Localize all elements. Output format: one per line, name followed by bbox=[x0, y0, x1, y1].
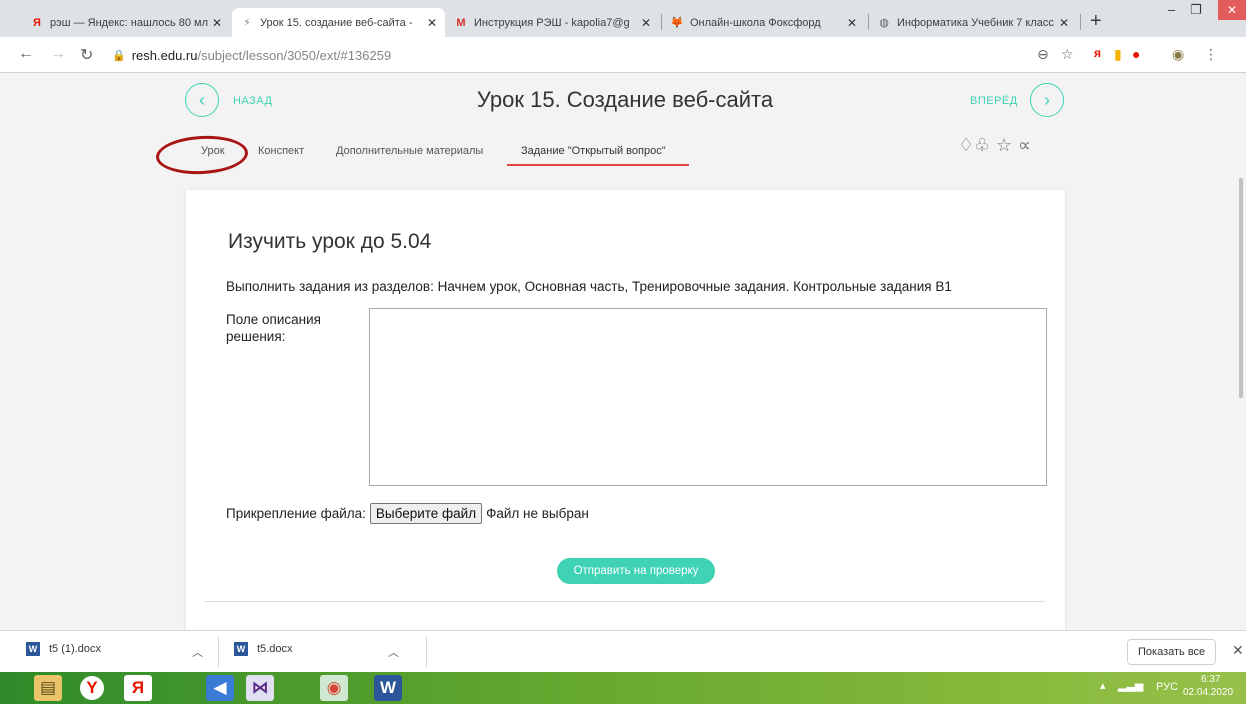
close-tab-icon[interactable]: ✕ bbox=[1059, 16, 1069, 30]
yandex-icon: Я bbox=[33, 16, 41, 29]
download-filename: t5 (1).docx bbox=[49, 643, 101, 655]
bookmark-star-icon[interactable]: ☆ bbox=[1061, 46, 1074, 63]
word-icon[interactable]: W bbox=[374, 675, 402, 701]
word-doc-icon: W bbox=[26, 642, 40, 656]
card-divider bbox=[204, 601, 1045, 602]
window-close-button[interactable]: ✕ bbox=[1218, 0, 1246, 20]
task-heading: Изучить урок до 5.04 bbox=[228, 230, 432, 253]
close-tab-icon[interactable]: ✕ bbox=[427, 16, 437, 30]
shelf-separator bbox=[218, 637, 219, 667]
file-attachment-row: Прикрепление файла: Выберите файл Файл н… bbox=[226, 503, 589, 524]
lock-icon: 🔒 bbox=[112, 49, 126, 62]
word-doc-icon: W bbox=[234, 642, 248, 656]
clock-date[interactable]: 02.04.2020 bbox=[1183, 687, 1233, 698]
back-chevron-icon[interactable]: ‹ bbox=[185, 83, 219, 117]
zoom-icon[interactable]: ⊖ bbox=[1037, 46, 1049, 63]
yandex-extension-icon[interactable]: я bbox=[1094, 46, 1101, 60]
share-icon[interactable]: ∝ bbox=[1018, 135, 1031, 156]
close-tab-icon[interactable]: ✕ bbox=[641, 16, 651, 30]
solution-textarea[interactable] bbox=[369, 308, 1047, 486]
globe-icon: ◍ bbox=[879, 17, 889, 29]
browser-tab-title: Урок 15. создание веб-сайта - bbox=[260, 16, 413, 29]
tab-open-question[interactable]: Задание "Открытый вопрос" bbox=[521, 145, 666, 157]
reload-icon[interactable]: ↻ bbox=[80, 45, 93, 65]
tray-arrow-icon[interactable]: ▴ bbox=[1100, 679, 1106, 692]
forward-link[interactable]: ВПЕРЁД bbox=[970, 95, 1018, 107]
no-file-text: Файл не выбран bbox=[486, 506, 589, 521]
browser-tab-textbook[interactable]: ◍ Информатика Учебник 7 класс ✕ bbox=[869, 8, 1077, 37]
chrome-icon[interactable]: ◉ bbox=[320, 675, 348, 701]
media-player-icon[interactable]: ◀ bbox=[206, 675, 234, 701]
browser-tab-resh[interactable]: ⚡ Урок 15. создание веб-сайта - ✕ bbox=[232, 8, 445, 37]
lesson-title: Урок 15. Создание веб-сайта bbox=[476, 87, 774, 112]
chevron-up-icon[interactable]: ︿ bbox=[192, 644, 203, 660]
yandex-browser-icon[interactable]: Y bbox=[80, 676, 104, 700]
download-item[interactable]: W t5 (1).docx bbox=[26, 642, 101, 656]
choose-file-button[interactable]: Выберите файл bbox=[369, 503, 483, 524]
profile-avatar[interactable]: ◉ bbox=[1172, 46, 1184, 63]
browser-tab-title: рэш — Яндекс: нашлось 80 мл bbox=[50, 16, 208, 29]
submit-button[interactable]: Отправить на проверку bbox=[557, 558, 715, 584]
attach-label: Прикрепление файла: bbox=[226, 506, 366, 521]
mail-app-icon[interactable]: ⋈ bbox=[246, 675, 274, 701]
input-language[interactable]: РУС bbox=[1156, 681, 1178, 693]
back-link[interactable]: НАЗАД bbox=[233, 95, 272, 107]
browser-tab-strip: Я рэш — Яндекс: нашлось 80 мл ✕ ⚡ Урок 1… bbox=[0, 0, 1246, 37]
browser-toolbar: ← → ↻ 🔒 resh.edu.ru/subject/lesson/3050/… bbox=[0, 37, 1246, 73]
yandex-app-icon[interactable]: Я bbox=[124, 675, 152, 701]
taskbar: ▤ Y Я ◀ ⋈ ◉ W ▴ ▂▃▅ РУС 6:37 02.04.2020 bbox=[0, 672, 1246, 704]
dislike-icon[interactable]: ♢ bbox=[958, 135, 974, 156]
chevron-up-icon[interactable]: ︿ bbox=[388, 644, 399, 660]
url-path: /subject/lesson/3050/ext/#136259 bbox=[197, 47, 392, 63]
forward-chevron-icon[interactable]: › bbox=[1030, 83, 1064, 117]
page-viewport: ‹ НАЗАД Урок 15. Создание веб-сайта ВПЕР… bbox=[0, 73, 1246, 630]
browser-tab-foxford[interactable]: 🦊 Онлайн-школа Фоксфорд ✕ bbox=[662, 8, 865, 37]
file-explorer-icon[interactable]: ▤ bbox=[34, 675, 62, 701]
browser-tab-title: Информатика Учебник 7 класс bbox=[897, 16, 1054, 29]
forward-arrow-icon[interactable]: → bbox=[50, 45, 66, 63]
task-description: Выполнить задания из разделов: Начнем ур… bbox=[226, 279, 952, 294]
download-shelf: W t5 (1).docx ︿ W t5.docx ︿ Показать все… bbox=[0, 630, 1246, 672]
new-tab-button[interactable]: + bbox=[1090, 10, 1102, 33]
url-host: resh.edu.ru bbox=[131, 47, 198, 63]
resh-icon: ⚡ bbox=[243, 17, 251, 29]
restore-icon[interactable]: ❐ bbox=[1190, 2, 1202, 18]
yandex-red-icon[interactable]: ● bbox=[1132, 46, 1140, 62]
browser-menu-icon[interactable]: ⋮ bbox=[1204, 46, 1218, 63]
annotation-ellipse bbox=[155, 133, 249, 177]
task-card: Изучить урок до 5.04 Выполнить задания и… bbox=[186, 190, 1065, 630]
show-all-downloads-button[interactable]: Показать все bbox=[1127, 639, 1217, 665]
close-tab-icon[interactable]: ✕ bbox=[847, 16, 857, 30]
active-tab-underline bbox=[507, 164, 689, 166]
tab-separator bbox=[1080, 14, 1081, 30]
clock-time[interactable]: 6:37 bbox=[1201, 674, 1220, 685]
scrollbar-thumb[interactable] bbox=[1239, 178, 1243, 398]
browser-tab-title: Инструкция РЭШ - kapolia7@g bbox=[474, 16, 630, 29]
browser-tab-gmail[interactable]: M Инструкция РЭШ - kapolia7@g ✕ bbox=[446, 8, 659, 37]
like-icon[interactable]: ♧ bbox=[974, 135, 990, 156]
shelf-separator bbox=[426, 637, 427, 667]
solution-field-label: Поле описания решения: bbox=[226, 312, 321, 344]
signal-icon: ▂▃▅ bbox=[1118, 680, 1144, 692]
foxford-icon: 🦊 bbox=[670, 17, 684, 29]
download-item[interactable]: W t5.docx bbox=[234, 642, 292, 656]
tab-summary[interactable]: Конспект bbox=[258, 145, 304, 157]
close-tab-icon[interactable]: ✕ bbox=[212, 16, 222, 30]
page-scrollbar[interactable] bbox=[1238, 73, 1246, 630]
browser-tab-yandex[interactable]: Я рэш — Яндекс: нашлось 80 мл ✕ bbox=[22, 8, 230, 37]
bookmark-flag-icon[interactable]: ▮ bbox=[1114, 46, 1122, 63]
minimize-icon[interactable]: – bbox=[1168, 2, 1175, 17]
gmail-icon: M bbox=[456, 16, 466, 29]
browser-tab-title: Онлайн-школа Фоксфорд bbox=[690, 16, 821, 29]
back-arrow-icon[interactable]: ← bbox=[18, 45, 34, 63]
tab-additional-materials[interactable]: Дополнительные материалы bbox=[336, 145, 483, 157]
close-icon[interactable]: ✕ bbox=[1232, 642, 1244, 659]
address-bar[interactable]: 🔒 resh.edu.ru/subject/lesson/3050/ext/#1… bbox=[112, 42, 1082, 68]
favorite-star-icon[interactable]: ☆ bbox=[996, 135, 1012, 156]
download-filename: t5.docx bbox=[257, 643, 293, 655]
